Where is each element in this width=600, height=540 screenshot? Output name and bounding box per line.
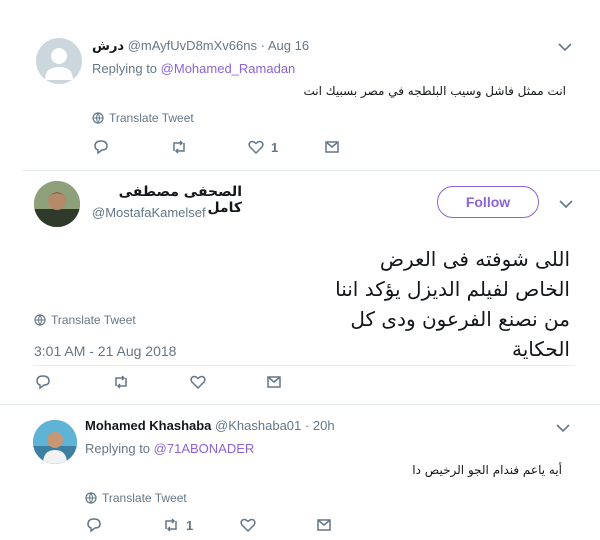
default-avatar-icon xyxy=(45,48,73,80)
chevron-down-icon[interactable] xyxy=(558,42,572,52)
retweet-icon xyxy=(115,375,127,389)
timestamp[interactable]: Aug 16 xyxy=(268,38,309,53)
retweet-action[interactable] xyxy=(112,373,136,391)
display-name[interactable]: Mohamed Khashaba xyxy=(85,418,211,433)
like-action[interactable] xyxy=(239,516,263,534)
globe-icon xyxy=(92,112,104,124)
avatar[interactable] xyxy=(36,38,82,84)
envelope-icon xyxy=(317,519,331,531)
tweet-header: Mohamed Khashaba @Khashaba01 · 20h xyxy=(85,418,335,433)
timestamp[interactable]: 20h xyxy=(313,418,335,433)
profile-photo xyxy=(34,181,80,227)
divider xyxy=(34,365,574,366)
follow-button[interactable]: Follow xyxy=(437,186,539,218)
translate-label: Translate Tweet xyxy=(102,491,187,505)
heart-icon xyxy=(240,518,256,533)
dm-action[interactable] xyxy=(323,138,347,156)
display-name[interactable]: درش xyxy=(92,39,124,54)
divider xyxy=(22,170,600,171)
reply-icon xyxy=(94,140,108,155)
tweet-text: أيه ياعم فندام الجو الرخيص دا xyxy=(412,463,562,477)
handle[interactable]: @Khashaba01 xyxy=(215,418,301,433)
dm-action[interactable] xyxy=(315,516,339,534)
chevron-down-icon[interactable] xyxy=(556,423,570,433)
tweet-text: اللى شوفته فى العرض الخاص لفيلم الديزل ي… xyxy=(335,247,570,361)
replying-to: Replying to @Mohamed_Ramadan xyxy=(92,61,295,76)
like-count: 1 xyxy=(271,139,279,155)
replying-to-link[interactable]: @71ABONADER xyxy=(154,441,255,456)
envelope-icon xyxy=(325,141,339,153)
reply-action[interactable] xyxy=(34,373,58,391)
translate-tweet[interactable]: Translate Tweet xyxy=(92,111,194,125)
tweet-text: انت ممثل فاشل وسيب البلطجه في مصر بسبيك … xyxy=(303,84,567,98)
replying-prefix: Replying to xyxy=(92,61,158,76)
reply-icon xyxy=(87,518,101,533)
translate-label: Translate Tweet xyxy=(109,111,194,125)
reply-action[interactable] xyxy=(85,516,109,534)
profile-photo xyxy=(33,420,77,464)
heart-icon xyxy=(248,140,264,155)
reply-action[interactable] xyxy=(92,138,116,156)
avatar[interactable] xyxy=(34,181,80,227)
handle[interactable]: @mAyfUvD8mXv66ns xyxy=(128,38,257,53)
heart-icon xyxy=(190,375,206,390)
retweet-action[interactable] xyxy=(170,138,194,156)
full-timestamp[interactable]: 3:01 AM - 21 Aug 2018 xyxy=(34,343,176,359)
avatar[interactable] xyxy=(33,420,77,464)
handle[interactable]: @MostafaKamelsef xyxy=(92,205,206,220)
envelope-icon xyxy=(267,376,281,388)
reply-icon xyxy=(36,375,50,390)
replying-prefix: Replying to xyxy=(85,441,151,456)
separator-dot: · xyxy=(260,38,265,53)
retweet-count: 1 xyxy=(186,517,194,533)
like-action[interactable]: 1 xyxy=(247,138,278,156)
dm-action[interactable] xyxy=(265,373,289,391)
replying-to: Replying to @71ABONADER xyxy=(85,441,254,456)
translate-tweet[interactable]: Translate Tweet xyxy=(34,313,136,327)
follow-label: Follow xyxy=(465,194,511,210)
retweet-icon xyxy=(173,140,185,154)
chevron-down-icon[interactable] xyxy=(559,199,573,209)
like-action[interactable] xyxy=(189,373,213,391)
retweet-icon xyxy=(165,518,177,532)
divider xyxy=(0,404,600,405)
separator-dot: · xyxy=(304,418,310,433)
globe-icon xyxy=(34,314,46,326)
retweet-action[interactable]: 1 xyxy=(162,516,193,534)
globe-icon xyxy=(85,492,97,504)
translate-tweet[interactable]: Translate Tweet xyxy=(85,491,187,505)
tweet-header: درش @mAyfUvD8mXv66ns · Aug 16 xyxy=(92,38,309,54)
translate-label: Translate Tweet xyxy=(51,313,136,327)
replying-to-link[interactable]: @Mohamed_Ramadan xyxy=(161,61,296,76)
